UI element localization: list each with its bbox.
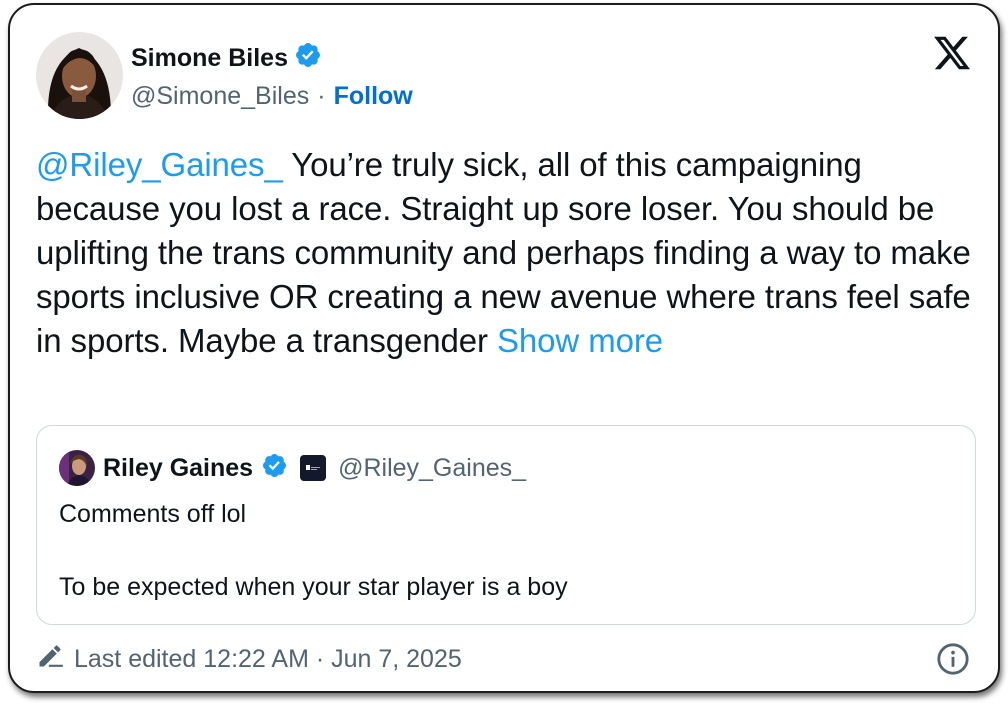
quoted-author-name: Riley Gaines <box>103 453 254 482</box>
post-footer: Last edited 12:22 AM · Jun 7, 2025 <box>36 642 462 677</box>
mention-link[interactable]: @Riley_Gaines_ <box>36 146 283 183</box>
verified-badge-icon <box>261 452 288 484</box>
info-icon[interactable] <box>936 642 970 676</box>
author-name-row: Simone Biles <box>131 41 322 76</box>
quoted-post-line-2: To be expected when your star player is … <box>59 573 568 601</box>
follow-button[interactable]: Follow <box>334 82 413 111</box>
author-name[interactable]: Simone Biles <box>131 44 288 73</box>
affiliate-badge-icon <box>300 455 327 481</box>
post-text: @Riley_Gaines_ You’re truly sick, all of… <box>36 143 981 363</box>
quoted-post[interactable]: Riley Gaines @Riley_Gaines_ Comments off… <box>36 425 976 625</box>
verified-badge-icon <box>294 41 322 76</box>
quoted-author-handle: @Riley_Gaines_ <box>338 453 527 482</box>
edited-timestamp[interactable]: Last edited 12:22 AM · Jun 7, 2025 <box>74 645 462 674</box>
pencil-icon <box>36 642 64 677</box>
quoted-post-header: Riley Gaines @Riley_Gaines_ <box>59 450 526 486</box>
x-logo-icon[interactable] <box>932 33 972 73</box>
author-handle[interactable]: @Simone_Biles <box>131 82 309 111</box>
author-handle-row: @Simone_Biles · Follow <box>131 82 413 111</box>
show-more-link[interactable]: Show more <box>497 322 663 359</box>
handle-separator: · <box>317 82 326 110</box>
quoted-author-avatar <box>59 450 95 486</box>
quoted-post-line-1: Comments off lol <box>59 500 247 528</box>
embedded-post-card: Simone Biles @Simone_Biles · Follow @Ril… <box>8 3 1000 693</box>
author-avatar[interactable] <box>36 32 123 119</box>
